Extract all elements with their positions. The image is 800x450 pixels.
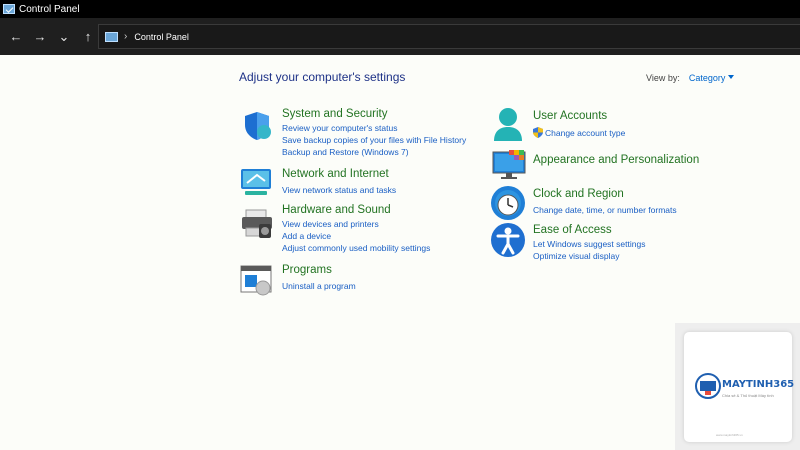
category-clock-and-region[interactable]: Clock and Region xyxy=(533,188,624,200)
link-date-time-formats[interactable]: Change date, time, or number formats xyxy=(533,205,677,215)
view-by-dropdown[interactable]: Category xyxy=(689,73,735,83)
uac-shield-icon xyxy=(533,127,543,138)
page-title: Adjust your computer's settings xyxy=(239,70,406,84)
category-hardware-and-sound[interactable]: Hardware and Sound xyxy=(282,204,391,216)
title-bar: Control Panel xyxy=(0,0,800,18)
view-by-value: Category xyxy=(688,73,726,83)
link-network-status[interactable]: View network status and tasks xyxy=(282,185,396,195)
link-suggest-settings[interactable]: Let Windows suggest settings xyxy=(533,239,645,249)
link-mobility-settings[interactable]: Adjust commonly used mobility settings xyxy=(282,243,430,253)
control-panel-icon xyxy=(3,4,15,14)
chevron-down-icon xyxy=(728,75,735,79)
link-uninstall-program[interactable]: Uninstall a program xyxy=(282,281,356,291)
link-file-history[interactable]: Save backup copies of your files with Fi… xyxy=(282,135,466,145)
accessibility-icon[interactable] xyxy=(490,222,526,263)
link-optimize-display[interactable]: Optimize visual display xyxy=(533,251,619,261)
recent-locations-button[interactable]: ⌄ xyxy=(54,27,74,47)
shield-icon[interactable] xyxy=(241,110,273,147)
view-by-label: View by: xyxy=(646,73,680,83)
watermark-brand: MAYTINH365 xyxy=(722,379,795,390)
programs-icon[interactable] xyxy=(239,264,273,301)
forward-button[interactable]: → xyxy=(30,27,50,47)
display-icon[interactable] xyxy=(492,148,526,185)
link-backup-restore[interactable]: Backup and Restore (Windows 7) xyxy=(282,147,409,157)
watermark-card: MAYTINH365 Chia sẻ & Thủ thuật Máy tính … xyxy=(684,332,795,442)
link-devices-printers[interactable]: View devices and printers xyxy=(282,219,379,229)
watermark-tagline: Chia sẻ & Thủ thuật Máy tính xyxy=(722,393,774,398)
category-appearance-and-personalization[interactable]: Appearance and Personalization xyxy=(533,154,699,166)
up-button[interactable]: ↑ xyxy=(78,27,98,47)
link-review-status[interactable]: Review your computer's status xyxy=(282,123,397,133)
category-network-and-internet[interactable]: Network and Internet xyxy=(282,168,389,180)
back-button[interactable]: ← xyxy=(6,27,26,47)
link-change-account-type[interactable]: Change account type xyxy=(533,127,625,138)
watermark-footer: www.maytinh365.vn xyxy=(716,433,743,437)
category-ease-of-access[interactable]: Ease of Access xyxy=(533,224,612,236)
clock-icon[interactable] xyxy=(490,185,526,226)
breadcrumb-separator: › xyxy=(124,31,128,42)
user-icon[interactable] xyxy=(492,107,524,148)
category-programs[interactable]: Programs xyxy=(282,264,332,276)
navigation-bar: ← → ⌄ ↑ › Control Panel xyxy=(0,18,800,55)
printer-icon[interactable] xyxy=(240,208,274,245)
view-by: View by: Category xyxy=(646,73,735,83)
address-bar[interactable]: › Control Panel xyxy=(98,24,800,49)
maytinh365-logo-icon xyxy=(695,373,721,399)
category-system-and-security[interactable]: System and Security xyxy=(282,108,387,120)
link-add-device[interactable]: Add a device xyxy=(282,231,331,241)
control-panel-icon xyxy=(105,31,118,42)
change-account-type-label: Change account type xyxy=(545,128,626,138)
window-title: Control Panel xyxy=(19,3,80,15)
network-icon[interactable] xyxy=(239,166,273,203)
category-user-accounts[interactable]: User Accounts xyxy=(533,110,607,122)
breadcrumb-control-panel[interactable]: Control Panel xyxy=(134,32,189,42)
